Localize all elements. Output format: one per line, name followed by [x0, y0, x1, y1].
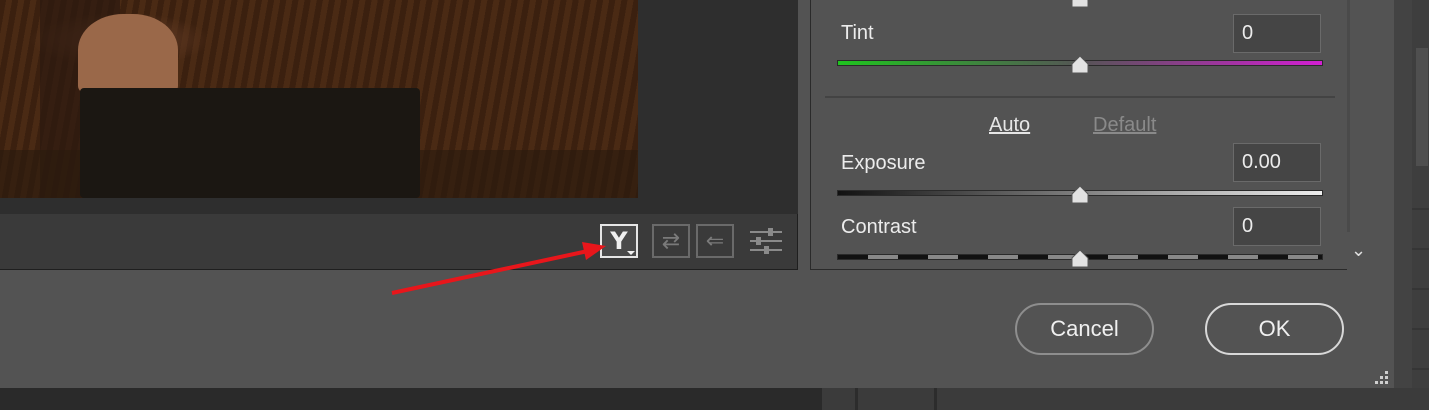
app-scroll-thumb[interactable]	[1416, 48, 1428, 166]
ok-button[interactable]: OK	[1205, 303, 1344, 355]
chevron-down-icon[interactable]: ⌄	[1351, 240, 1366, 261]
photo-figure	[78, 14, 178, 94]
auto-link[interactable]: Auto	[989, 114, 1030, 137]
default-link[interactable]: Default	[1093, 114, 1156, 137]
copy-settings-button[interactable]: ⇐	[696, 224, 734, 258]
view-toolbar: Y ⇄ ⇐	[598, 222, 798, 258]
contrast-value-field[interactable]: 0	[1233, 207, 1321, 246]
copy-left-icon: ⇐	[705, 228, 725, 254]
temperature-slider-thumb[interactable]	[1070, 0, 1090, 8]
panel-scrollbar[interactable]: ⌄	[1347, 0, 1375, 270]
sliders-icon	[750, 228, 782, 254]
app-scrollbar[interactable]	[1412, 0, 1429, 388]
app-bottom-right-bar	[822, 388, 1429, 410]
preview-area: Y ⇄ ⇐	[0, 0, 798, 270]
exposure-slider-thumb[interactable]	[1070, 186, 1090, 204]
camera-raw-dialog: Y ⇄ ⇐ Tint 0 Auto Default Exposure 0.00 …	[0, 0, 1394, 388]
adjustments-panel: Tint 0 Auto Default Exposure 0.00 Contra…	[810, 0, 1375, 270]
contrast-label: Contrast	[841, 216, 917, 238]
dropdown-caret-icon	[627, 251, 635, 255]
divider	[934, 388, 937, 410]
exposure-value-field[interactable]: 0.00	[1233, 143, 1321, 182]
resize-grip-icon[interactable]	[1374, 370, 1392, 388]
cycle-before-after-button[interactable]: Y	[600, 224, 638, 258]
tint-label: Tint	[841, 22, 874, 44]
contrast-slider-thumb[interactable]	[1070, 250, 1090, 268]
photo-bench	[80, 88, 420, 198]
exposure-label: Exposure	[841, 152, 926, 174]
preview-canvas	[0, 0, 798, 214]
before-after-icon: Y	[610, 227, 628, 255]
panel-scroll-track	[1347, 0, 1350, 232]
swap-icon: ⇄	[661, 228, 681, 254]
view-settings-button[interactable]	[746, 224, 786, 258]
tint-slider-thumb[interactable]	[1070, 56, 1090, 74]
app-panel-grid	[1412, 170, 1429, 370]
cancel-button[interactable]: Cancel	[1015, 303, 1154, 355]
preview-photo	[0, 0, 638, 198]
tint-value-field[interactable]: 0	[1233, 14, 1321, 53]
app-bottom-bar	[0, 388, 822, 410]
section-divider	[825, 96, 1335, 98]
swap-before-after-button[interactable]: ⇄	[652, 224, 690, 258]
divider	[855, 388, 858, 410]
basic-panel: Tint 0 Auto Default Exposure 0.00 Contra…	[825, 0, 1335, 270]
